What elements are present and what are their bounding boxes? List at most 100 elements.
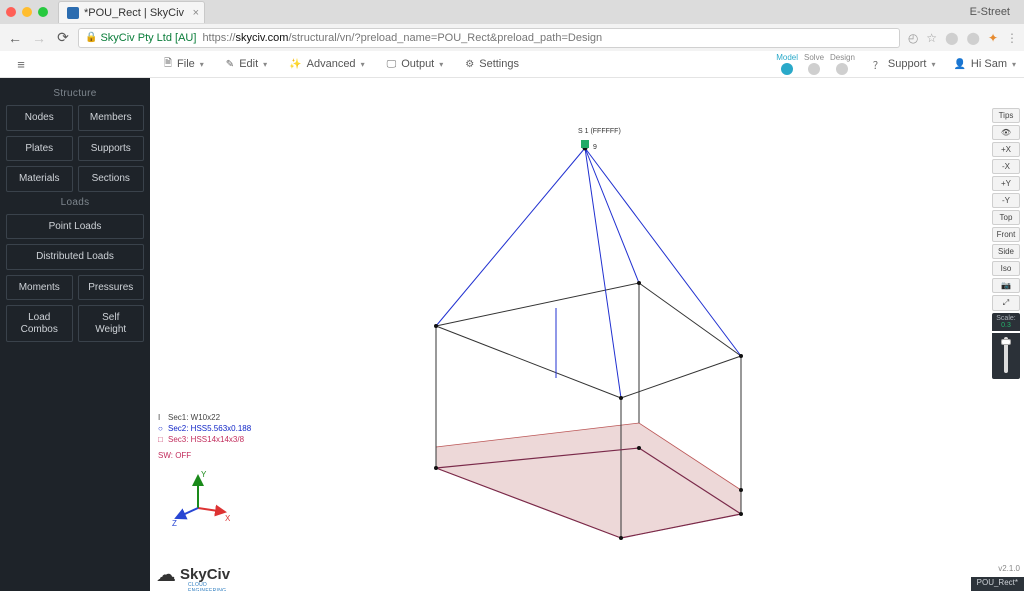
minimize-window-icon[interactable]	[22, 7, 32, 17]
chevron-down-icon: ▾	[1012, 60, 1016, 69]
vt-visibility[interactable]: 👁	[992, 125, 1020, 140]
brand-name: SkyCiv	[180, 566, 230, 583]
brand-logo: ☁ SkyCiv CLOUD ENGINEERING SOFTWARE	[156, 562, 230, 587]
screen-icon: 🖵	[387, 59, 397, 70]
vt-plus-y[interactable]: +Y	[992, 176, 1020, 191]
back-icon[interactable]: ←	[6, 30, 24, 46]
history-icon[interactable]: ◴	[908, 31, 918, 45]
menu-edit[interactable]: ✎Edit▾	[226, 56, 267, 73]
address-bar[interactable]: 🔒 SkyCiv Pty Ltd [AU] https:// skyciv.co…	[78, 28, 900, 48]
menu-settings[interactable]: ⚙Settings	[465, 56, 519, 73]
axis-x-label: X	[225, 514, 230, 523]
tab-title: *POU_Rect | SkyCiv	[84, 7, 184, 19]
vt-scale-label: Scale:0.3	[992, 313, 1020, 331]
vt-fullscreen[interactable]: ⤢	[992, 295, 1020, 311]
vt-iso[interactable]: Iso	[992, 261, 1020, 276]
sidebar-supports[interactable]: Supports	[78, 136, 145, 162]
step-dot-icon	[836, 63, 848, 75]
menu-file-label: File	[177, 58, 195, 70]
app-version: v2.1.0	[998, 564, 1020, 573]
sidebar-sections[interactable]: Sections	[78, 166, 145, 192]
sidebar-structure-head: Structure	[6, 88, 144, 99]
model-svg	[150, 78, 1024, 591]
menu-file[interactable]: 🗎 File ▾	[164, 56, 204, 73]
step-dot-icon	[808, 63, 820, 75]
window-controls[interactable]	[6, 7, 48, 17]
menu-output-label: Output	[401, 58, 434, 70]
vt-front[interactable]: Front	[992, 227, 1020, 242]
chevron-down-icon: ▾	[200, 60, 204, 69]
vt-top[interactable]: Top	[992, 210, 1020, 225]
sidebar-pressures[interactable]: Pressures	[78, 275, 145, 301]
address-bar-row: ← → ⟳ 🔒 SkyCiv Pty Ltd [AU] https:// sky…	[0, 24, 1024, 51]
model-canvas[interactable]: S 1 (FFFFFF) 9 ISec1: W10x22 ○Sec2: HSS5…	[150, 78, 1024, 591]
brand-tagline: CLOUD ENGINEERING SOFTWARE	[188, 582, 230, 591]
reload-icon[interactable]: ⟳	[54, 29, 72, 46]
chevron-down-icon: ▾	[439, 60, 443, 69]
legend-self-weight: SW: OFF	[158, 451, 251, 462]
square-icon: □	[158, 435, 164, 446]
ext3-icon[interactable]: ✦	[988, 31, 998, 45]
menu-advanced-label: Advanced	[307, 58, 356, 70]
view-tools: Tips 👁 +X -X +Y -Y Top Front Side Iso 📷 …	[992, 108, 1020, 379]
canvas-title: S 1 (FFFFFF)	[578, 128, 621, 135]
sidebar-self-weight[interactable]: Self Weight	[78, 305, 145, 342]
workflow-steps: Model Solve Design	[776, 53, 855, 75]
menu-advanced[interactable]: ✨Advanced▾	[289, 56, 364, 73]
vt-minus-x[interactable]: -X	[992, 159, 1020, 174]
sidebar-nodes[interactable]: Nodes	[6, 105, 73, 131]
sidebar-loads-head: Loads	[6, 197, 144, 208]
menu-support-label: Support	[888, 58, 927, 70]
step-solve-label: Solve	[804, 53, 824, 62]
menu-user[interactable]: 👤Hi Sam▾	[953, 58, 1016, 70]
vt-scale-slider[interactable]	[992, 333, 1020, 379]
menu-settings-label: Settings	[479, 58, 519, 70]
browser-profile[interactable]: E-Street	[970, 6, 1018, 18]
step-design-label: Design	[830, 53, 855, 62]
node-label: 9	[593, 144, 597, 151]
url-host: skyciv.com	[235, 32, 288, 44]
vt-tips[interactable]: Tips	[992, 108, 1020, 123]
slider-knob[interactable]	[1001, 339, 1011, 345]
vt-screenshot[interactable]: 📷	[992, 278, 1020, 293]
star-icon[interactable]: ☆	[926, 31, 937, 45]
step-solve[interactable]: Solve	[804, 53, 824, 75]
chevron-down-icon: ▾	[263, 60, 267, 69]
vt-plus-x[interactable]: +X	[992, 142, 1020, 157]
vt-side[interactable]: Side	[992, 244, 1020, 259]
sidebar-distributed-loads[interactable]: Distributed Loads	[6, 244, 144, 270]
sidebar-members[interactable]: Members	[78, 105, 145, 131]
menu-support[interactable]: ？Support▾	[873, 57, 936, 72]
axis-z-label: Z	[172, 519, 177, 528]
scale-value: 0.3	[1001, 322, 1011, 329]
ext2-icon[interactable]: ⬤	[967, 31, 980, 45]
step-design[interactable]: Design	[830, 53, 855, 75]
scale-label: Scale:	[996, 315, 1015, 322]
user-icon: 👤	[953, 59, 965, 70]
pencil-icon: ✎	[226, 59, 234, 70]
file-icon: 🗎	[164, 56, 172, 73]
menu-icon[interactable]: ⋮	[1006, 31, 1018, 45]
axis-y-label: Y	[201, 470, 207, 479]
status-bar: POU_Rect*	[971, 577, 1024, 591]
i-beam-icon: I	[158, 413, 164, 424]
close-window-icon[interactable]	[6, 7, 16, 17]
sidebar-point-loads[interactable]: Point Loads	[6, 214, 144, 240]
cloud-icon: ☁	[156, 562, 176, 587]
hamburger-icon[interactable]: ≡	[8, 57, 34, 72]
sidebar-moments[interactable]: Moments	[6, 275, 73, 301]
ext1-icon[interactable]: ⬤	[945, 31, 958, 45]
step-model[interactable]: Model	[776, 53, 798, 75]
axis-triad: X Y Z	[170, 468, 230, 528]
maximize-window-icon[interactable]	[38, 7, 48, 17]
vt-minus-y[interactable]: -Y	[992, 193, 1020, 208]
browser-tab[interactable]: *POU_Rect | SkyCiv ×	[58, 1, 205, 23]
menu-output[interactable]: 🖵 Output ▾	[387, 56, 444, 73]
close-tab-icon[interactable]: ×	[193, 7, 199, 19]
sidebar-load-combos[interactable]: Load Combos	[6, 305, 73, 342]
chevron-down-icon: ▾	[931, 60, 935, 69]
sidebar-materials[interactable]: Materials	[6, 166, 73, 192]
section-legend: ISec1: W10x22 ○Sec2: HSS5.563x0.188 □Sec…	[158, 413, 251, 462]
forward-icon[interactable]: →	[30, 30, 48, 46]
sidebar-plates[interactable]: Plates	[6, 136, 73, 162]
